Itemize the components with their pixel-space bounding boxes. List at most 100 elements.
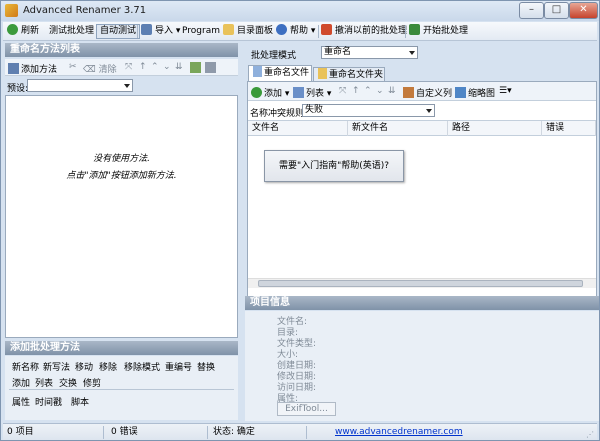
column-path[interactable]: 路径 [448, 121, 542, 136]
expand-icon[interactable]: ⤧ [339, 86, 346, 96]
import-button[interactable]: 导入 ▾ [141, 24, 180, 39]
maximize-button[interactable]: □ [544, 2, 569, 19]
horizontal-scrollbar[interactable] [248, 278, 596, 288]
refresh-label: 刷新 [21, 26, 40, 36]
cut-icon[interactable]: ✂ [69, 62, 77, 72]
eraser-icon: ⌫ [83, 65, 96, 75]
add-files-button[interactable]: 添加 ▾ [251, 86, 289, 99]
method-remove[interactable]: 移除 [99, 360, 117, 373]
move-up-icon[interactable]: ↑ [139, 62, 147, 72]
method-renumber[interactable]: 重编号 [165, 360, 192, 373]
method-remove-pattern[interactable]: 移除模式 [124, 360, 160, 373]
preset-select[interactable] [27, 79, 133, 92]
method-move[interactable]: 移动 [75, 360, 93, 373]
add-batch-panel: 新名称 新写法 移动 移除 移除模式 重编号 替换 添加 列表 交换 修剪 属性… [5, 356, 238, 420]
tab-rename-files[interactable]: 重命名文件 [248, 65, 312, 81]
add-method-label: 添加方法 [21, 65, 58, 75]
chevron-up-icon[interactable]: ⌃ [151, 62, 159, 72]
conflict-label: 名称冲突规则: [250, 109, 308, 119]
custom-columns-button[interactable]: 自定义列 [403, 86, 452, 99]
method-swap[interactable]: 交换 [59, 376, 77, 389]
columns-icon [403, 87, 414, 98]
test-batch-button[interactable]: 测试批处理 [49, 24, 94, 39]
refresh-button[interactable]: 刷新 [7, 24, 39, 39]
toolbar-separator [137, 25, 138, 38]
status-bar: 0 项目 0 错误 状态: 确定 www.advancedrenamer.com… [3, 423, 597, 440]
app-window: Advanced Renamer 3.71 – □ ✕ 刷新 测试批处理 自动测… [0, 0, 600, 441]
thumbnails-button[interactable]: 缩略图 [455, 86, 495, 99]
website-link[interactable]: www.advancedrenamer.com [335, 426, 463, 439]
toolbar-separator [405, 25, 406, 38]
save-preset-icon[interactable] [205, 62, 216, 73]
move-up-icon[interactable]: ↑ [352, 86, 360, 96]
folder-icon [318, 68, 327, 79]
dir-panel-button[interactable]: 目录面板 [223, 24, 273, 39]
chevron-down-icon[interactable]: ⌄ [163, 62, 171, 72]
methods-list[interactable]: 没有使用方法. 点击"添加"按钮添加新方法. [5, 95, 238, 338]
resize-grip-icon[interactable]: ⋰ [586, 430, 594, 439]
item-info-panel: 文件名: 目录: 文件类型: 大小: 创建日期: 修改日期: 访问日期: 属性:… [245, 311, 599, 421]
method-newcase[interactable]: 新写法 [43, 360, 70, 373]
list-label: 列表 [306, 89, 325, 99]
chevron-down-icon [409, 51, 415, 55]
exiftool-button[interactable]: ExifTool... [277, 402, 336, 416]
method-replace[interactable]: 替换 [197, 360, 215, 373]
main-toolbar: 刷新 测试批处理 自动测试 导入 ▾ Program 目录面板 帮助 ▾ 撤消以… [3, 22, 597, 41]
chevron-down-icon: ▾ [310, 26, 316, 36]
batch-mode-select[interactable]: 重命名 [321, 46, 418, 59]
tab-rename-folders-label: 重命名文件夹 [329, 70, 384, 80]
status-separator [306, 426, 307, 439]
method-script[interactable]: 脚本 [71, 395, 89, 408]
method-attributes[interactable]: 属性 [12, 395, 30, 408]
methods-list-header: 重命名方法列表 [5, 43, 238, 57]
list-button[interactable]: 列表 ▾ [293, 86, 331, 99]
help-icon [276, 24, 287, 35]
add-method-icon [8, 63, 19, 74]
clear-button[interactable]: ⌫ 清除 [83, 62, 117, 75]
help-button[interactable]: 帮助 ▾ [276, 24, 315, 39]
method-timestamp[interactable]: 时间戳 [35, 395, 62, 408]
expand-icon[interactable]: ⤧ [125, 62, 132, 72]
column-error[interactable]: 错误 [542, 121, 596, 136]
batch-mode-label: 批处理模式 [251, 51, 297, 61]
getting-started-help-button[interactable]: 需要"入门指南"帮助(英语)? [264, 150, 404, 182]
add-method-button[interactable]: 添加方法 [8, 62, 57, 75]
move-bottom-icon[interactable]: ⇊ [175, 62, 183, 72]
tab-rename-folders[interactable]: 重命名文件夹 [313, 67, 385, 82]
chevron-down-icon [124, 84, 130, 88]
auto-test-button[interactable]: 自动测试 [96, 24, 141, 39]
add-files-label: 添加 [264, 89, 283, 99]
empty-methods-line1: 没有使用方法. [93, 154, 150, 164]
move-bottom-icon[interactable]: ⇊ [388, 86, 396, 96]
start-batch-button[interactable]: 开始批处理 [409, 24, 468, 39]
methods-toolbar: 添加方法 ✂ ⌫ 清除 ⤧ ↑ ⌃ ⌄ ⇊ [5, 59, 238, 76]
undo-button[interactable]: 撤消以前的批处理 [321, 24, 407, 39]
custom-columns-label: 自定义列 [416, 89, 453, 99]
window-title: Advanced Renamer 3.71 [23, 5, 147, 16]
thumbnail-icon [455, 87, 466, 98]
divider [9, 389, 234, 390]
app-icon [5, 4, 18, 17]
close-button[interactable]: ✕ [569, 2, 598, 19]
dir-panel-label: 目录面板 [237, 26, 274, 36]
column-filename[interactable]: 文件名 [248, 121, 348, 136]
file-icon [253, 66, 262, 77]
open-preset-icon[interactable] [190, 62, 201, 73]
column-new-filename[interactable]: 新文件名 [348, 121, 448, 136]
conflict-select[interactable]: 失败 [302, 104, 435, 117]
conflict-value: 失败 [305, 105, 324, 115]
chevron-down-icon[interactable]: ⌄ [376, 86, 384, 96]
preset-label: 预设: [7, 84, 29, 94]
files-table-header: 文件名 新文件名 路径 错误 [248, 120, 596, 136]
method-list[interactable]: 列表 [35, 376, 53, 389]
scrollbar-thumb[interactable] [258, 280, 583, 287]
method-add[interactable]: 添加 [12, 376, 30, 389]
program-button[interactable]: Program [182, 24, 220, 39]
method-newname[interactable]: 新名称 [12, 360, 39, 373]
undo-icon [321, 24, 332, 35]
minimize-button[interactable]: – [519, 2, 544, 19]
method-trim[interactable]: 修剪 [83, 376, 101, 389]
chevron-up-icon[interactable]: ⌃ [364, 86, 372, 96]
view-options-button[interactable]: ☰▾ [499, 86, 512, 96]
undo-label: 撤消以前的批处理 [335, 26, 408, 36]
